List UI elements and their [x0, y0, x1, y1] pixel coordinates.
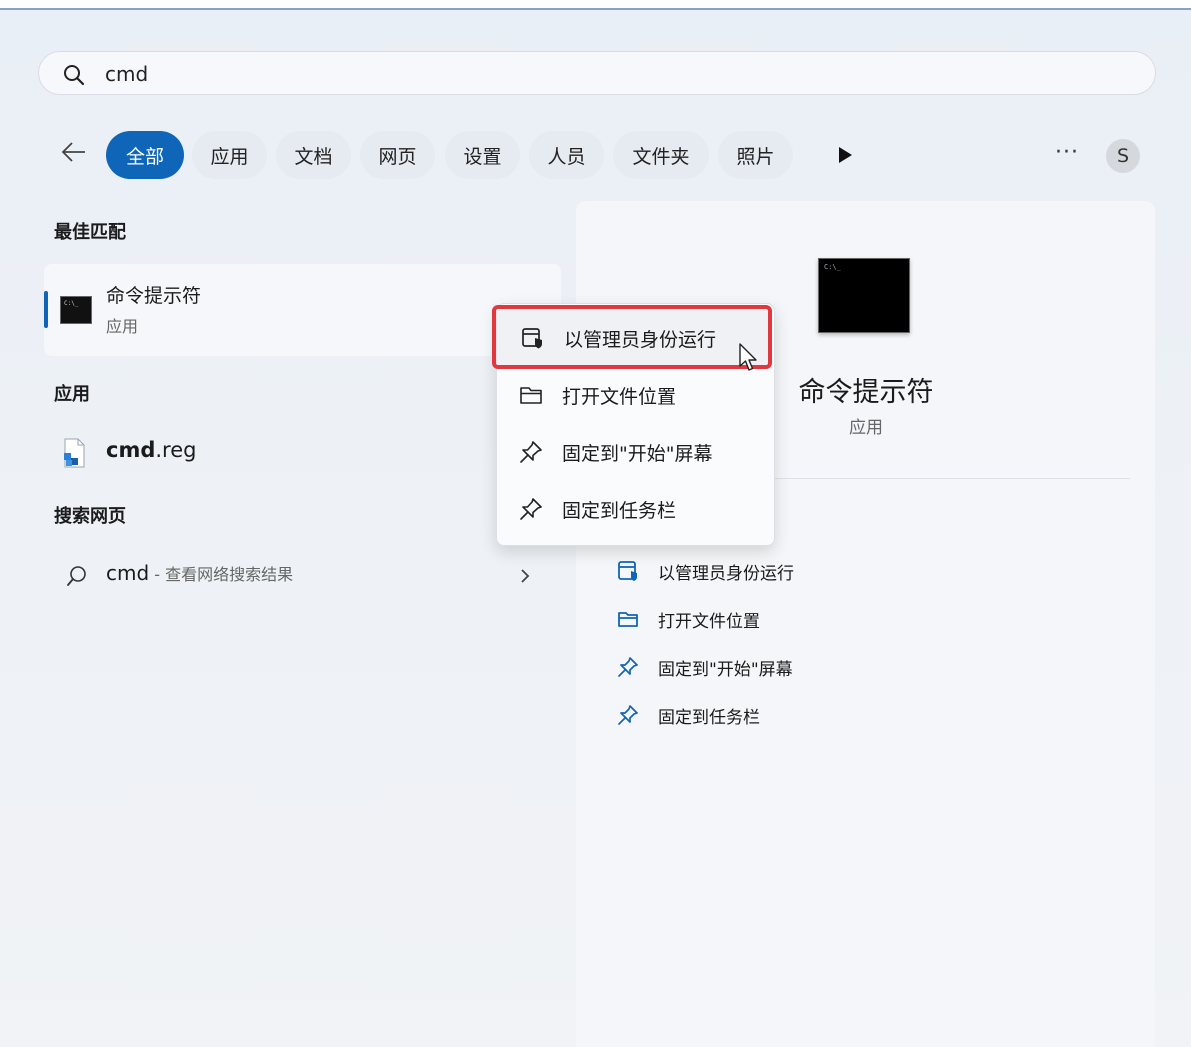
menu-item-label: 固定到"开始"屏幕: [562, 442, 713, 465]
menu-item-label: 固定到任务栏: [562, 499, 677, 522]
filter-people[interactable]: 人员: [529, 131, 604, 179]
reg-file-match: cmd: [106, 438, 156, 462]
menu-item-pin-taskbar[interactable]: 固定到任务栏: [496, 484, 775, 534]
preview-action-label: 打开文件位置: [658, 611, 760, 632]
registry-file-icon: [64, 438, 85, 468]
search-icon: [67, 566, 86, 586]
reg-file-item[interactable]: cmd.reg: [106, 438, 196, 462]
web-search-item[interactable]: cmd - 查看网络搜索结果: [106, 561, 293, 585]
chevron-right-icon[interactable]: [516, 566, 534, 586]
menu-item-pin-start[interactable]: 固定到"开始"屏幕: [496, 427, 775, 477]
filter-settings[interactable]: 设置: [445, 131, 520, 179]
preview-action-open-location[interactable]: 打开文件位置: [616, 605, 760, 633]
cmd-app-icon: C:\_: [60, 296, 92, 324]
avatar[interactable]: S: [1106, 139, 1140, 173]
filter-apps[interactable]: 应用: [192, 131, 267, 179]
filter-all[interactable]: 全部: [106, 131, 184, 179]
best-match-subtitle: 应用: [106, 317, 139, 336]
preview-action-run-as-admin[interactable]: 以管理员身份运行: [616, 557, 794, 585]
folder-icon: [520, 387, 542, 404]
shield-app-icon: [618, 561, 637, 581]
filter-web[interactable]: 网页: [360, 131, 435, 179]
selection-indicator: [44, 291, 48, 328]
preview-subtitle: 应用: [849, 418, 883, 438]
preview-action-label: 固定到"开始"屏幕: [658, 659, 793, 680]
menu-item-label: 打开文件位置: [562, 385, 677, 408]
best-match-heading: 最佳匹配: [54, 222, 126, 243]
pin-icon: [618, 657, 638, 677]
mouse-cursor-icon: [739, 343, 757, 371]
shield-app-icon: [522, 328, 542, 349]
search-input[interactable]: [103, 59, 1107, 89]
filter-folders[interactable]: 文件夹: [613, 131, 709, 179]
more-options-button[interactable]: ···: [1052, 140, 1082, 170]
filter-documents[interactable]: 文档: [276, 131, 351, 179]
back-arrow-icon[interactable]: [58, 136, 90, 168]
preview-action-pin-start[interactable]: 固定到"开始"屏幕: [616, 653, 793, 681]
search-icon: [64, 65, 85, 86]
filter-photos[interactable]: 照片: [718, 131, 793, 179]
menu-item-open-location[interactable]: 打开文件位置: [496, 370, 775, 420]
preview-action-label: 固定到任务栏: [658, 707, 760, 728]
apps-heading: 应用: [54, 384, 90, 405]
menu-item-run-as-admin[interactable]: 以管理员身份运行: [498, 313, 777, 363]
best-match-title: 命令提示符: [106, 285, 202, 307]
pin-icon: [618, 705, 638, 725]
cmd-app-icon: C:\_: [818, 258, 910, 333]
preview-action-pin-taskbar[interactable]: 固定到任务栏: [616, 701, 760, 729]
folder-icon: [618, 612, 638, 627]
pin-icon: [520, 498, 542, 520]
preview-action-label: 以管理员身份运行: [658, 563, 794, 584]
search-box[interactable]: [38, 51, 1156, 95]
web-search-hint: - 查看网络搜索结果: [149, 565, 294, 584]
preview-title: 命令提示符: [798, 377, 934, 408]
pin-icon: [520, 441, 542, 463]
web-search-query: cmd: [106, 561, 150, 585]
best-match-item[interactable]: [44, 264, 561, 356]
play-icon[interactable]: [836, 144, 856, 166]
menu-item-label: 以管理员身份运行: [564, 328, 717, 351]
reg-file-extension: .reg: [155, 438, 197, 462]
web-search-heading: 搜索网页: [54, 506, 126, 527]
